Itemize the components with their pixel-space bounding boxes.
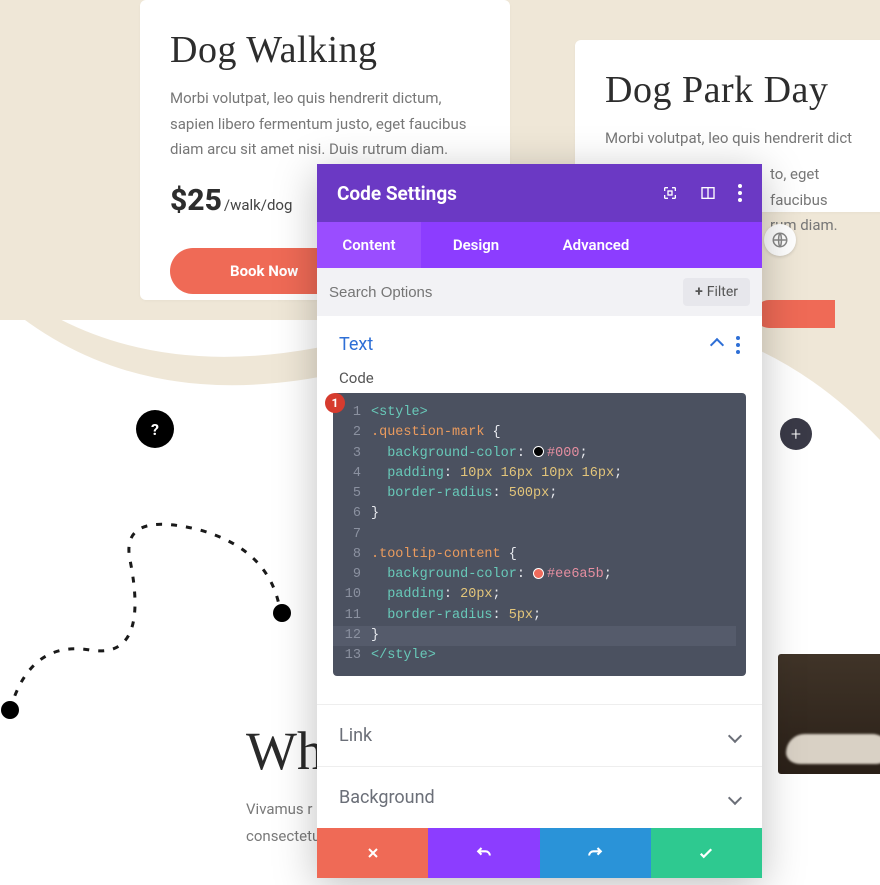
- redo-button[interactable]: [540, 828, 651, 878]
- service-title: Dog Walking: [170, 28, 480, 72]
- code-editor[interactable]: 1<style> 2.question-mark { 3 background-…: [333, 393, 746, 676]
- color-swatch: [533, 446, 544, 457]
- line-number: 8: [333, 545, 371, 565]
- tab-design[interactable]: Design: [421, 222, 531, 268]
- code-token: }: [371, 628, 379, 643]
- code-token: ;: [604, 567, 612, 582]
- filter-button[interactable]: + Filter: [683, 278, 750, 306]
- code-token: {: [484, 425, 500, 440]
- section-header-text[interactable]: Text: [317, 316, 762, 369]
- price-amount: $25: [170, 183, 222, 218]
- code-token: background-color: [387, 446, 517, 461]
- save-button[interactable]: [651, 828, 762, 878]
- tab-advanced[interactable]: Advanced: [531, 222, 661, 268]
- code-token: 20px: [460, 587, 492, 602]
- code-token: :: [517, 567, 533, 582]
- code-token: padding: [387, 466, 444, 481]
- code-token: ;: [614, 466, 622, 481]
- decorative-dashed-path: [0, 500, 300, 720]
- line-number: 11: [333, 606, 371, 626]
- line-number: 5: [333, 484, 371, 504]
- code-settings-modal: Code Settings Content Design Advanced + …: [317, 164, 762, 878]
- plus-icon: +: [695, 284, 703, 300]
- code-token: :: [493, 608, 509, 623]
- globe-icon-button[interactable]: [764, 224, 796, 256]
- dog-photo-thumbnail: [778, 654, 880, 774]
- line-number: 3: [333, 444, 371, 464]
- code-token: :: [444, 587, 460, 602]
- columns-icon[interactable]: [700, 185, 716, 201]
- question-mark-bubble[interactable]: ?: [136, 410, 174, 448]
- code-token: ;: [579, 446, 587, 461]
- line-number: 13: [333, 646, 371, 666]
- code-token: 500px: [509, 486, 550, 501]
- code-token: </style>: [371, 648, 436, 663]
- code-token: }: [371, 506, 379, 521]
- field-label-code: Code: [317, 369, 762, 393]
- search-input[interactable]: [329, 284, 675, 301]
- line-number: 10: [333, 585, 371, 605]
- section-title: Text: [339, 334, 373, 355]
- code-token: <style>: [371, 405, 428, 420]
- code-token: #000: [547, 446, 579, 461]
- add-module-button[interactable]: +: [780, 418, 812, 450]
- code-token: ;: [549, 486, 557, 501]
- code-token: #ee6a5b: [547, 567, 604, 582]
- kebab-menu-icon[interactable]: [736, 336, 740, 354]
- code-token: :: [493, 486, 509, 501]
- code-token: .question-mark: [371, 425, 484, 440]
- code-token: ;: [493, 587, 501, 602]
- step-badge-1: 1: [325, 393, 345, 413]
- code-token: padding: [387, 587, 444, 602]
- section-header-link[interactable]: Link: [317, 704, 762, 766]
- color-swatch: [533, 568, 544, 579]
- text-line: Morbi volutpat, leo quis hendrerit dict: [605, 129, 852, 147]
- code-token: {: [501, 547, 517, 562]
- chevron-down-icon: [728, 729, 742, 743]
- code-token: :: [517, 446, 533, 461]
- section-title: Background: [339, 787, 435, 808]
- line-number: 9: [333, 565, 371, 585]
- filter-label: Filter: [707, 284, 738, 300]
- tab-content[interactable]: Content: [317, 222, 421, 268]
- section-header-background[interactable]: Background: [317, 766, 762, 828]
- code-token: 10px 16px 10px 16px: [460, 466, 614, 481]
- line-number: 4: [333, 464, 371, 484]
- service-description: Morbi volutpat, leo quis hendrerit dict: [605, 126, 880, 152]
- modal-tabs: Content Design Advanced: [317, 222, 762, 268]
- close-icon: [365, 845, 381, 861]
- text-line: Vivamus r: [246, 800, 312, 818]
- redo-icon: [585, 843, 605, 863]
- code-token: background-color: [387, 567, 517, 582]
- code-token: border-radius: [387, 608, 492, 623]
- chevron-up-icon[interactable]: [710, 337, 724, 351]
- line-number: 6: [333, 504, 371, 524]
- text-line: to, eget faucibus: [770, 165, 828, 209]
- section-title: Link: [339, 725, 372, 746]
- code-token: ;: [533, 608, 541, 623]
- service-title: Dog Park Day: [605, 68, 880, 112]
- code-token: .tooltip-content: [371, 547, 501, 562]
- undo-button[interactable]: [428, 828, 539, 878]
- code-token: :: [444, 466, 460, 481]
- expand-icon[interactable]: [662, 185, 678, 201]
- line-number: 2: [333, 423, 371, 443]
- chevron-down-icon: [728, 791, 742, 805]
- service-description: Morbi volutpat, leo quis hendrerit dictu…: [170, 86, 480, 163]
- code-token: border-radius: [387, 486, 492, 501]
- modal-title: Code Settings: [337, 182, 457, 205]
- kebab-menu-icon[interactable]: [738, 184, 742, 202]
- cancel-button[interactable]: [317, 828, 428, 878]
- line-number: 7: [333, 525, 371, 545]
- undo-icon: [474, 843, 494, 863]
- line-number: 12: [333, 626, 371, 646]
- code-token: 5px: [509, 608, 533, 623]
- globe-icon: [771, 231, 789, 249]
- price-unit: /walk/dog: [224, 196, 293, 214]
- modal-action-row: [317, 828, 762, 878]
- modal-header[interactable]: Code Settings: [317, 164, 762, 222]
- book-now-button-peek[interactable]: [755, 300, 835, 328]
- search-bar: + Filter: [317, 268, 762, 316]
- check-icon: [697, 844, 715, 862]
